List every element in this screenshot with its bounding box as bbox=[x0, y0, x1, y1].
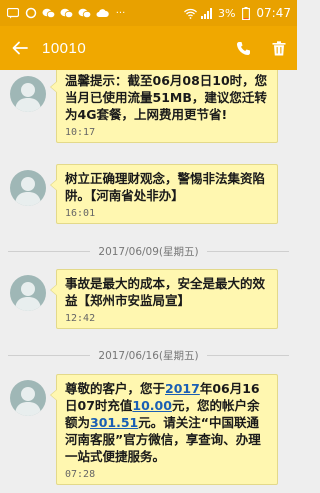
message-text: 温馨提示：截至06月08日10时，您当月已使用流量51MB，建议您迁转为4G套餐… bbox=[65, 73, 268, 122]
conversation-title: 10010 bbox=[42, 39, 87, 57]
avatar bbox=[10, 76, 46, 112]
battery-icon bbox=[239, 6, 252, 20]
call-button[interactable] bbox=[225, 26, 261, 70]
cloud-icon bbox=[96, 7, 109, 20]
avatar bbox=[10, 380, 46, 416]
app-bar: 10010 bbox=[0, 26, 297, 70]
separator-line bbox=[8, 354, 91, 356]
amount-link[interactable]: 10.00 bbox=[132, 398, 172, 413]
back-arrow-icon bbox=[12, 41, 28, 55]
default-avatar-icon bbox=[15, 83, 41, 112]
date-label: 2017/06/09(星期五) bbox=[98, 245, 199, 258]
wechat-icon bbox=[42, 7, 55, 20]
signal-icon bbox=[201, 7, 214, 20]
message-text: 树立正确理财观念，警惕非法集资陷阱。【河南省处非办】 bbox=[65, 171, 266, 203]
delete-button[interactable] bbox=[261, 26, 297, 70]
date-separator: 2017/06/09(星期五) bbox=[0, 243, 297, 259]
message-bubble[interactable]: 树立正确理财观念，警惕非法集资陷阱。【河南省处非办】 16:01 bbox=[50, 164, 278, 224]
message-text: 尊敬的客户，您于2017年06月16日07时充值10.00元，您的帐户余额为30… bbox=[65, 380, 270, 465]
avatar bbox=[10, 170, 46, 206]
sms-icon bbox=[6, 7, 19, 20]
message-bubble[interactable]: 尊敬的客户，您于2017年06月16日07时充值10.00元，您的帐户余额为30… bbox=[50, 374, 278, 485]
status-left-icons: ··· bbox=[6, 7, 127, 20]
wechat-icon-3 bbox=[78, 7, 91, 20]
message-bubble[interactable]: 事故是最大的成本，安全是最大的效益【郑州市安监局宣】 12:42 bbox=[50, 269, 278, 329]
dots-icon: ··· bbox=[115, 7, 126, 19]
status-bar: ··· 3% 07:47 bbox=[0, 0, 297, 26]
separator-line bbox=[206, 354, 289, 356]
date-link[interactable]: 2017 bbox=[165, 381, 200, 396]
text-segment: 尊敬的客户，您于 bbox=[65, 381, 166, 396]
message-bubble[interactable]: 温馨提示：截至06月08日10时，您当月已使用流量51MB，建议您迁转为4G套餐… bbox=[50, 70, 278, 143]
default-avatar-icon bbox=[15, 177, 41, 206]
avatar bbox=[10, 275, 46, 311]
separator-line bbox=[206, 250, 289, 252]
message-text: 事故是最大的成本，安全是最大的效益【郑州市安监局宣】 bbox=[65, 276, 266, 308]
date-separator: 2017/06/16(星期五) bbox=[0, 347, 297, 363]
message-time: 07:28 bbox=[65, 469, 96, 480]
message-time: 12:42 bbox=[65, 313, 96, 324]
separator-line bbox=[8, 250, 91, 252]
message-time: 10:17 bbox=[65, 127, 96, 138]
balance-link[interactable]: 301.51 bbox=[90, 415, 138, 430]
ring-icon bbox=[24, 7, 37, 20]
status-time: 07:47 bbox=[256, 6, 291, 20]
message-time: 16:01 bbox=[65, 208, 96, 219]
default-avatar-icon bbox=[15, 387, 41, 416]
back-button[interactable] bbox=[0, 26, 40, 70]
app-actions bbox=[225, 26, 297, 70]
status-right-icons: 3% 07:47 bbox=[183, 6, 291, 20]
date-label: 2017/06/16(星期五) bbox=[98, 349, 199, 362]
phone-icon bbox=[236, 41, 250, 55]
wifi-icon bbox=[183, 7, 197, 20]
battery-percent: 3% bbox=[217, 6, 236, 20]
trash-icon bbox=[272, 40, 286, 55]
wechat-icon-2 bbox=[60, 7, 73, 20]
message-feed[interactable]: 温馨提示：截至06月08日10时，您当月已使用流量51MB，建议您迁转为4G套餐… bbox=[0, 70, 297, 493]
default-avatar-icon bbox=[15, 282, 41, 311]
